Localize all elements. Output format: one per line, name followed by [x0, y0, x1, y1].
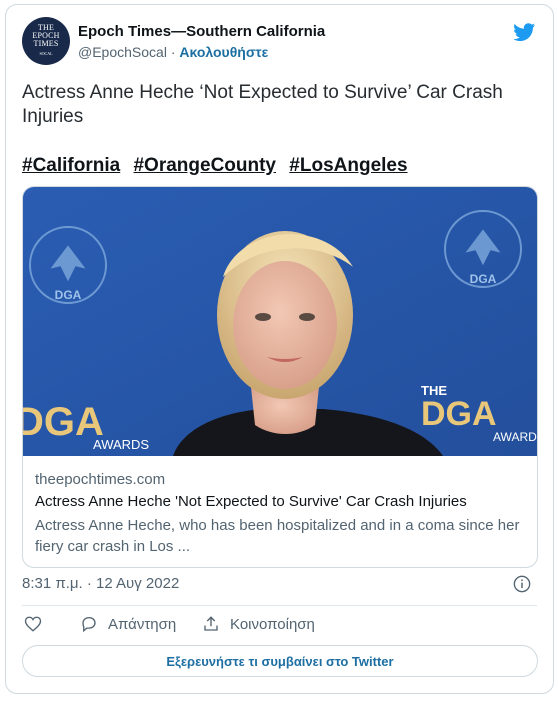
share-button[interactable]: Κοινοποίηση — [202, 615, 315, 633]
hashtag-link[interactable]: #LosAngeles — [289, 155, 407, 176]
info-icon[interactable] — [513, 575, 531, 593]
reply-icon — [82, 616, 96, 633]
link-domain: theepochtimes.com — [35, 471, 166, 488]
reply-button[interactable]: Απάντηση — [80, 615, 176, 633]
link-preview-card[interactable]: DGA DGA DGA AWARDS THE DGA AWARDS — [22, 186, 538, 568]
separator: · — [170, 44, 176, 60]
awards-label-left: AWARDS — [93, 437, 149, 452]
dga-logo-left: DGA — [23, 400, 104, 444]
handle-row: @EpochSocal · Ακολουθήστε — [78, 44, 268, 60]
divider — [22, 605, 537, 606]
action-bar: Απάντηση Κοινοποίηση — [22, 615, 532, 639]
heart-icon — [24, 616, 42, 632]
avatar[interactable]: THE EPOCH TIMES SOCAL — [22, 17, 70, 65]
account-name[interactable]: Epoch Times—Southern California — [78, 23, 325, 40]
reply-label: Απάντηση — [108, 615, 177, 633]
like-button[interactable] — [24, 615, 42, 633]
share-label: Κοινοποίηση — [230, 615, 315, 633]
tweet-timestamp[interactable]: 8:31 π.μ. · 12 Αυγ 2022 — [22, 575, 179, 592]
awards-label-right: AWARDS — [493, 430, 538, 444]
explore-twitter-button[interactable]: Εξερευνήστε τι συμβαίνει στο Twitter — [22, 645, 538, 677]
link-description: Actress Anne Heche, who has been hospita… — [35, 517, 520, 555]
guild-dga-right: DGA — [470, 272, 497, 286]
avatar-line: TIMES — [33, 39, 59, 48]
embedded-tweet-card: THE EPOCH TIMES SOCAL Epoch Times—Southe… — [5, 4, 554, 694]
article-photo[interactable]: DGA DGA DGA AWARDS THE DGA AWARDS — [23, 187, 538, 456]
avatar-line: SOCAL — [39, 51, 53, 56]
hashtag-link[interactable]: #California — [22, 155, 120, 176]
share-icon — [204, 616, 218, 631]
dga-logo-right: DGA — [421, 395, 497, 433]
hashtag-row: #California #OrangeCounty #LosAngeles — [22, 155, 416, 177]
link-title: Actress Anne Heche 'Not Expected to Surv… — [35, 493, 467, 510]
twitter-bird-icon[interactable] — [512, 21, 537, 43]
hashtag-link[interactable]: #OrangeCounty — [133, 155, 276, 176]
tweet-text: Actress Anne Heche ‘Not Expected to Surv… — [22, 82, 503, 127]
account-handle[interactable]: @EpochSocal — [78, 44, 167, 60]
follow-link[interactable]: Ακολουθήστε — [179, 44, 268, 60]
tweet-header: THE EPOCH TIMES SOCAL Epoch Times—Southe… — [22, 17, 537, 69]
guild-dga-left: DGA — [55, 288, 82, 302]
